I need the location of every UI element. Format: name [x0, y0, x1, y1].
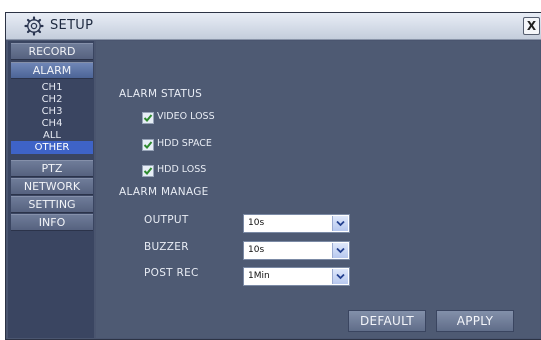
sidebar-item-network[interactable]: NETWORK [11, 178, 93, 195]
checkmark-icon [143, 167, 153, 175]
alarm-other-panel: ALARM STATUS VIDEO LOSS HDD SPACE HDD LO… [96, 41, 540, 338]
setup-window: SETUP X RECORD ALARM CH1 CH2 CH3 CH4 ALL… [5, 12, 541, 340]
video-loss-label: VIDEO LOSS [157, 111, 215, 122]
sidebar-item-alarm[interactable]: ALARM [11, 62, 93, 79]
post-rec-value: 1Min [248, 271, 270, 281]
hdd-loss-label: HDD LOSS [157, 164, 207, 175]
chevron-down-icon[interactable] [332, 269, 348, 284]
buzzer-select[interactable]: 10s [243, 241, 350, 260]
sidebar-subitem-ch4[interactable]: CH4 [11, 118, 93, 130]
alarm-status-heading: ALARM STATUS [119, 88, 203, 100]
output-value: 10s [248, 218, 265, 228]
sidebar-item-ptz[interactable]: PTZ [11, 160, 93, 177]
video-loss-checkbox[interactable] [142, 112, 154, 124]
title-bar: SETUP X [6, 13, 541, 40]
sidebar-subitem-ch3[interactable]: CH3 [11, 106, 93, 118]
post-rec-select[interactable]: 1Min [243, 267, 350, 286]
chevron-down-icon[interactable] [332, 243, 348, 258]
sidebar: RECORD ALARM CH1 CH2 CH3 CH4 ALL OTHER P… [8, 41, 94, 338]
apply-button[interactable]: APPLY [436, 310, 514, 332]
close-button[interactable]: X [523, 17, 540, 35]
close-icon: X [526, 19, 537, 33]
checkmark-icon [143, 141, 153, 149]
alarm-manage-heading: ALARM MANAGE [119, 186, 209, 198]
output-label: OUTPUT [144, 214, 189, 226]
sidebar-item-record[interactable]: RECORD [11, 43, 93, 60]
sidebar-subitem-other[interactable]: OTHER [11, 141, 93, 154]
post-rec-label: POST REC [144, 267, 199, 279]
sidebar-subitem-ch2[interactable]: CH2 [11, 94, 93, 106]
sidebar-subitem-ch1[interactable]: CH1 [11, 82, 93, 94]
hdd-space-label: HDD SPACE [157, 138, 212, 149]
sidebar-item-setting[interactable]: SETTING [11, 196, 93, 213]
hdd-space-checkbox[interactable] [142, 139, 154, 151]
checkmark-icon [143, 114, 153, 122]
default-button[interactable]: DEFAULT [348, 310, 426, 332]
output-select[interactable]: 10s [243, 214, 350, 233]
buzzer-value: 10s [248, 245, 265, 255]
hdd-loss-checkbox[interactable] [142, 165, 154, 177]
gear-icon [24, 16, 44, 36]
chevron-down-icon[interactable] [332, 216, 348, 231]
window-title: SETUP [50, 18, 94, 33]
sidebar-item-info[interactable]: INFO [11, 214, 93, 231]
buzzer-label: BUZZER [144, 241, 189, 253]
